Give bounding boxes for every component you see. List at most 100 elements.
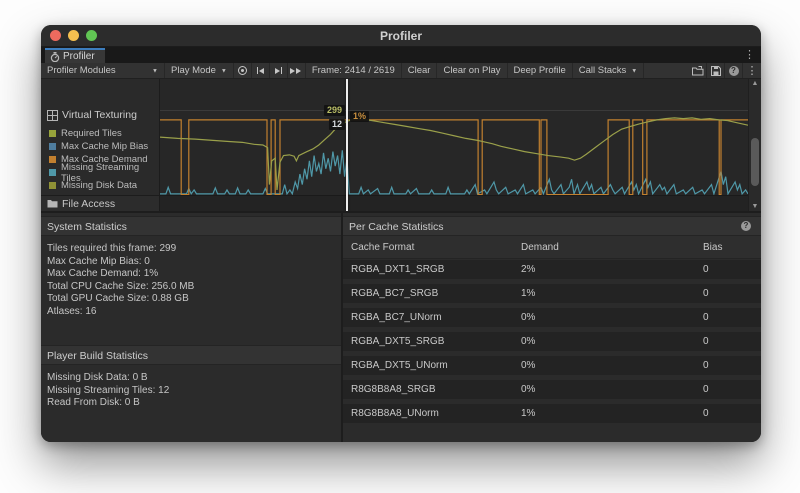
record-button[interactable] <box>234 63 252 78</box>
table-row[interactable]: RGBA_DXT5_SRGB0%0 <box>343 332 761 351</box>
previous-frame-button[interactable] <box>252 63 270 78</box>
prev-frame-icon <box>257 67 258 74</box>
record-icon <box>238 66 247 75</box>
toolbar-kebab-button[interactable]: ⋮ <box>743 63 761 78</box>
module-label: Virtual Texturing <box>62 109 137 121</box>
stat-line: Tiles required this frame: 299 <box>47 243 341 256</box>
legend-item-max-cache-mip-bias[interactable]: Max Cache Mip Bias <box>49 140 159 153</box>
stat-line: Total GPU Cache Size: 0.88 GB <box>47 293 341 306</box>
folder-icon <box>47 199 58 208</box>
system-statistics-header: System Statistics <box>41 216 341 236</box>
tiles-grid-icon <box>47 110 58 121</box>
load-profile-button[interactable] <box>689 63 707 78</box>
save-disk-icon <box>711 66 721 76</box>
cell-demand: 0% <box>521 356 535 375</box>
selected-frame-value-max-cache-demand: 1% <box>350 111 369 122</box>
next-frame-button[interactable] <box>270 63 288 78</box>
titlebar: Profiler <box>41 25 761 47</box>
selected-frame-playhead[interactable] <box>346 79 348 211</box>
cell-cache-format: RGBA_DXT5_UNorm <box>351 356 448 375</box>
stat-line: Max Cache Demand: 1% <box>47 268 341 281</box>
cell-cache-format: RGBA_DXT5_SRGB <box>351 332 444 351</box>
column-demand: Demand <box>521 236 559 259</box>
chart-region: Virtual Texturing Required Tiles Max Cach… <box>41 79 761 213</box>
clear-on-play-toggle[interactable]: Clear on Play <box>437 63 507 78</box>
legend-color-chip <box>49 182 56 189</box>
statistics-panel: System Statistics Tiles required this fr… <box>41 213 341 442</box>
window-title: Profiler <box>41 25 761 47</box>
module-virtual-texturing[interactable]: Virtual Texturing <box>47 109 159 121</box>
profiler-modules-dropdown[interactable]: Profiler Modules ▼ <box>41 63 165 78</box>
legend-label: Missing Disk Data <box>61 180 137 191</box>
selected-frame-value-missing-streaming-tiles: 12 <box>329 119 345 130</box>
save-profile-button[interactable] <box>707 63 725 78</box>
selected-frame-value-required-tiles: 299 <box>324 105 345 116</box>
series-required-tiles <box>160 118 748 190</box>
next-frame-icon <box>275 68 280 74</box>
cell-demand: 0% <box>521 380 535 399</box>
scrollbar-thumb[interactable] <box>751 138 759 186</box>
module-list: Virtual Texturing Required Tiles Max Cach… <box>41 79 160 211</box>
last-frame-icon <box>290 68 295 74</box>
cell-cache-format: RGBA_BC7_SRGB <box>351 284 438 303</box>
cell-bias: 0 <box>703 284 709 303</box>
cell-cache-format: R8G8B8A8_UNorm <box>351 404 439 423</box>
cell-bias: 0 <box>703 356 709 375</box>
file-access-chart-strip[interactable] <box>160 195 748 211</box>
table-header-row: Cache Format Demand Bias <box>343 236 761 259</box>
table-row[interactable]: RGBA_DXT5_UNorm 0% 0 <box>343 356 761 375</box>
open-folder-icon <box>692 66 704 76</box>
help-button[interactable]: ? <box>725 63 743 78</box>
column-bias: Bias <box>703 236 722 259</box>
table-row[interactable]: R8G8B8A8_SRGB0%0 <box>343 380 761 399</box>
module-label: File Access <box>62 198 115 210</box>
legend-label: Required Tiles <box>61 128 122 139</box>
table-row[interactable]: RGBA_BC7_SRGB 1% 0 <box>343 284 761 303</box>
tab-label: Profiler <box>63 51 95 62</box>
stat-line: Max Cache Mip Bias: 0 <box>47 256 341 269</box>
cell-cache-format: RGBA_BC7_UNorm <box>351 308 442 327</box>
clear-button[interactable]: Clear <box>402 63 438 78</box>
table-row[interactable]: R8G8B8A8_UNorm1%0 <box>343 404 761 423</box>
cell-demand: 0% <box>521 308 535 327</box>
legend-color-chip <box>49 156 56 163</box>
frame-counter: Frame: 2414 / 2619 <box>306 63 402 78</box>
series-missing-streaming-tiles <box>160 150 748 194</box>
per-cache-statistics-panel: Per Cache Statistics ? Cache Format Dema… <box>343 213 761 442</box>
legend-item-required-tiles[interactable]: Required Tiles <box>49 127 159 140</box>
table-row[interactable]: RGBA_DXT1_SRGB2%0 <box>343 260 761 279</box>
module-file-access[interactable]: File Access <box>41 195 159 211</box>
legend-color-chip <box>49 130 56 137</box>
tab-profiler[interactable]: Profiler <box>45 48 105 63</box>
stat-line: Missing Disk Data: 0 B <box>47 372 341 385</box>
tab-menu-kebab-icon[interactable]: ⋮ <box>744 48 755 62</box>
cell-bias: 0 <box>703 404 709 423</box>
stat-line: Total CPU Cache Size: 256.0 MB <box>47 281 341 294</box>
deep-profile-toggle[interactable]: Deep Profile <box>508 63 573 78</box>
chart-vertical-scrollbar[interactable]: ▲ ▼ <box>748 79 761 211</box>
table-row[interactable]: RGBA_BC7_UNorm 0% 0 <box>343 308 761 327</box>
profiler-frame-chart[interactable]: 299 12 1% <box>160 79 748 211</box>
scroll-down-arrow-icon[interactable]: ▼ <box>749 203 761 210</box>
chevron-down-icon: ▼ <box>221 68 227 74</box>
toolbar-spacer <box>644 63 689 78</box>
call-stacks-dropdown[interactable]: Call Stacks ▼ <box>573 63 644 78</box>
legend-item-missing-streaming-tiles[interactable]: Missing Streaming Tiles <box>49 166 159 179</box>
help-icon[interactable]: ? <box>741 221 751 231</box>
desktop-background: Profiler Profiler ⋮ Profiler Modules ▼ P… <box>0 0 800 493</box>
cell-bias: 0 <box>703 308 709 327</box>
per-cache-statistics-header: Per Cache Statistics ? <box>343 216 761 236</box>
cell-cache-format: R8G8B8A8_SRGB <box>351 380 436 399</box>
column-cache-format: Cache Format <box>351 236 414 259</box>
legend-label: Max Cache Mip Bias <box>61 141 148 152</box>
chart-plot <box>160 79 748 211</box>
current-frame-button[interactable] <box>288 63 306 78</box>
cell-bias: 0 <box>703 332 709 351</box>
stat-line: Missing Streaming Tiles: 12 <box>47 385 341 398</box>
chevron-down-icon: ▼ <box>631 68 637 74</box>
scroll-up-arrow-icon[interactable]: ▲ <box>749 80 761 87</box>
cell-demand: 1% <box>521 284 535 303</box>
stat-line: Read From Disk: 0 B <box>47 397 341 410</box>
play-mode-dropdown[interactable]: Play Mode ▼ <box>165 63 234 78</box>
help-icon: ? <box>729 66 739 76</box>
